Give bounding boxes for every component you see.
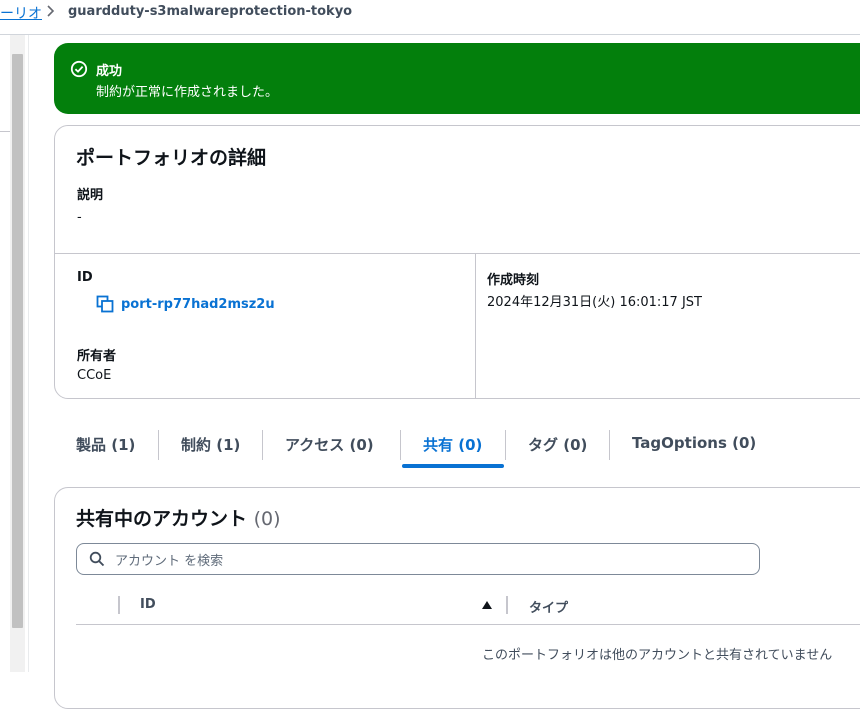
details-divider xyxy=(55,253,860,254)
table-header-divider xyxy=(76,624,860,625)
sort-ascending-icon[interactable] xyxy=(481,600,493,610)
description-value: - xyxy=(77,210,82,225)
description-label: 説明 xyxy=(77,188,104,203)
column-header-id[interactable]: ID xyxy=(140,597,156,612)
header-divider xyxy=(0,34,860,35)
shared-accounts-title: 共有中のアカウント (0) xyxy=(76,504,281,531)
chevron-right-icon xyxy=(47,5,55,17)
active-tab-indicator xyxy=(402,464,504,468)
breadcrumb-current: guardduty-s3malwareprotection-tokyo xyxy=(68,4,353,19)
created-value: 2024年12月31日(火) 16:01:17 JST xyxy=(487,295,702,310)
id-label: ID xyxy=(77,270,93,285)
tab-divider xyxy=(400,430,401,460)
portfolio-id-link[interactable]: port-rp77had2msz2u xyxy=(121,297,275,312)
account-search-box[interactable]: アカウント を検索 xyxy=(76,543,760,575)
column-divider xyxy=(506,596,508,614)
breadcrumb: ーリオ guardduty-s3malwareprotection-tokyo xyxy=(0,0,860,28)
owner-label: 所有者 xyxy=(77,349,117,364)
flash-message: 制約が正常に作成されました。 xyxy=(96,85,279,100)
side-navigation-divider xyxy=(0,131,10,132)
tab-tags[interactable]: タグ (0) xyxy=(528,434,587,455)
breadcrumb-portfolio-link[interactable]: ーリオ xyxy=(0,3,42,23)
tab-divider xyxy=(158,430,159,460)
tab-access[interactable]: アクセス (0) xyxy=(285,434,374,455)
tab-divider xyxy=(609,430,610,460)
success-flash-banner: 成功 制約が正常に作成されました。 xyxy=(54,43,860,114)
tab-share[interactable]: 共有 (0) xyxy=(423,434,482,455)
details-column-divider xyxy=(475,254,476,398)
flash-title: 成功 xyxy=(96,64,123,79)
empty-table-message: このポートフォリオは他のアカウントと共有されていません xyxy=(482,648,833,663)
tab-constraints[interactable]: 制約 (1) xyxy=(181,434,240,455)
copy-icon[interactable] xyxy=(96,295,114,313)
tab-products[interactable]: 製品 (1) xyxy=(76,434,135,455)
shared-accounts-panel: 共有中のアカウント (0) アカウント を検索 ID タイプ このポートフォリオ… xyxy=(54,487,860,709)
tab-divider xyxy=(505,430,506,460)
column-divider xyxy=(118,596,120,614)
portfolio-details-title: ポートフォリオの詳細 xyxy=(76,147,267,169)
shared-accounts-count: (0) xyxy=(253,508,281,530)
search-icon xyxy=(89,551,105,567)
search-input[interactable]: アカウント を検索 xyxy=(115,550,223,569)
check-circle-icon xyxy=(70,60,88,78)
owner-value: CCoE xyxy=(77,368,112,383)
tab-divider xyxy=(262,430,263,460)
scrollbar-thumb[interactable] xyxy=(12,54,23,628)
tab-tagoptions[interactable]: TagOptions (0) xyxy=(632,434,756,452)
created-label: 作成時刻 xyxy=(487,273,540,288)
shared-accounts-heading: 共有中のアカウント xyxy=(76,508,248,530)
portfolio-tabs: 製品 (1) 制約 (1) アクセス (0) 共有 (0) タグ (0) Tag… xyxy=(54,428,860,468)
column-header-type[interactable]: タイプ xyxy=(529,597,568,616)
portfolio-details-card: ポートフォリオの詳細 説明 - ID port-rp77had2msz2u 所有… xyxy=(54,125,860,399)
